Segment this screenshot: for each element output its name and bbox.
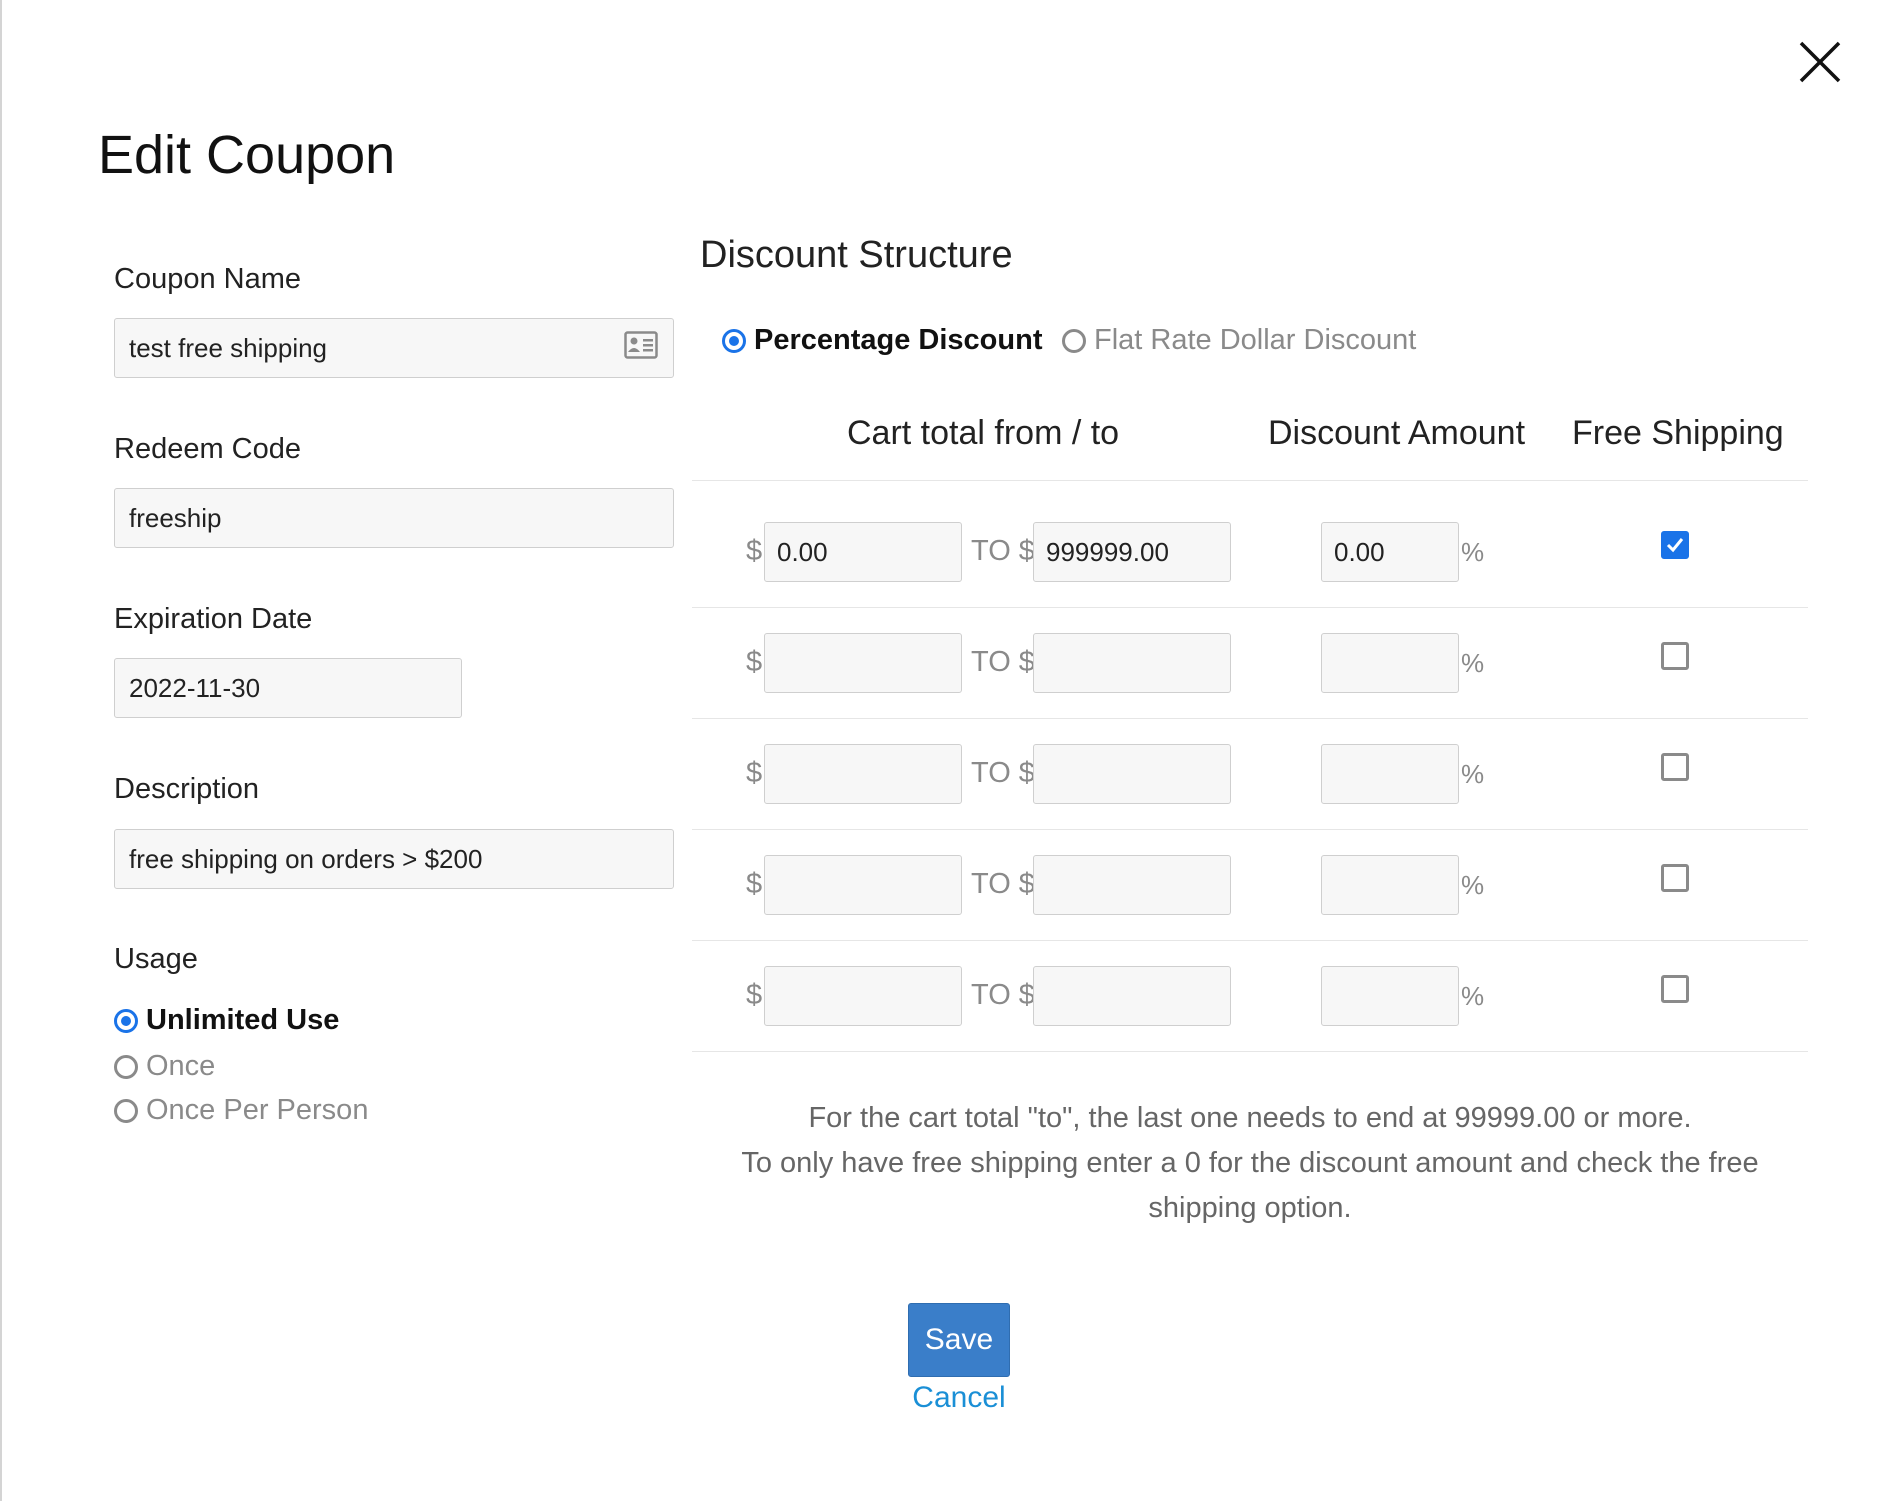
coupon-name-input[interactable]	[114, 318, 674, 378]
usage-option-once-per-person[interactable]: Once Per Person	[114, 1094, 368, 1127]
cart-total-to-input[interactable]	[1033, 633, 1231, 693]
save-button[interactable]: Save	[908, 1303, 1010, 1377]
table-divider	[692, 480, 1808, 481]
cancel-link[interactable]: Cancel	[908, 1381, 1010, 1415]
currency-symbol: $	[746, 757, 763, 789]
currency-symbol: $	[746, 979, 763, 1011]
page-title: Edit Coupon	[98, 125, 396, 185]
radio-selected-icon[interactable]	[722, 328, 746, 353]
percent-symbol: %	[1461, 981, 1485, 1011]
percent-symbol: %	[1461, 759, 1485, 789]
to-label: TO $	[971, 979, 1035, 1011]
percent-symbol: %	[1461, 537, 1485, 567]
usage-option-label: Once	[146, 1050, 216, 1082]
free-shipping-checkbox[interactable]	[1661, 753, 1689, 781]
radio-unselected-icon[interactable]	[1062, 328, 1086, 353]
currency-symbol: $	[746, 535, 763, 567]
table-divider	[692, 1051, 1808, 1052]
cart-total-to-input[interactable]	[1033, 855, 1231, 915]
table-divider	[692, 940, 1808, 941]
percent-symbol: %	[1461, 870, 1485, 900]
help-note-line: To only have free shipping enter a 0 for…	[741, 1147, 1759, 1224]
to-label: TO $	[971, 646, 1035, 678]
discount-type-label: Flat Rate Dollar Discount	[1094, 324, 1417, 356]
discount-amount-input[interactable]	[1321, 744, 1459, 804]
close-icon[interactable]	[1798, 40, 1842, 84]
discount-amount-input[interactable]	[1321, 966, 1459, 1026]
table-divider	[692, 607, 1808, 608]
to-label: TO $	[971, 757, 1035, 789]
column-header-free-shipping: Free Shipping	[1572, 414, 1784, 452]
discount-amount-input[interactable]	[1321, 633, 1459, 693]
cart-total-from-input[interactable]	[764, 855, 962, 915]
currency-symbol: $	[746, 868, 763, 900]
discount-type-percentage[interactable]: Percentage Discount	[722, 324, 1042, 357]
expiration-date-input[interactable]	[114, 658, 462, 718]
help-note: For the cart total "to", the last one ne…	[720, 1096, 1780, 1231]
discount-structure-title: Discount Structure	[700, 234, 1013, 276]
cart-total-from-input[interactable]	[764, 633, 962, 693]
percent-symbol: %	[1461, 648, 1485, 678]
dialog-left-border	[0, 0, 2, 1501]
table-divider	[692, 718, 1808, 719]
contact-card-icon[interactable]	[624, 331, 658, 359]
discount-amount-input[interactable]	[1321, 522, 1459, 582]
radio-unselected-icon[interactable]	[114, 1054, 138, 1079]
expiration-date-label: Expiration Date	[114, 603, 313, 635]
column-header-cart-total: Cart total from / to	[847, 414, 1120, 452]
to-label: TO $	[971, 535, 1035, 567]
cart-total-from-input[interactable]	[764, 522, 962, 582]
coupon-name-label: Coupon Name	[114, 263, 301, 295]
usage-option-label: Once Per Person	[146, 1094, 369, 1126]
cart-total-from-input[interactable]	[764, 744, 962, 804]
discount-type-label: Percentage Discount	[754, 324, 1043, 356]
checkmark-icon	[1666, 538, 1684, 553]
radio-unselected-icon[interactable]	[114, 1098, 138, 1123]
discount-type-flat-rate[interactable]: Flat Rate Dollar Discount	[1062, 324, 1416, 357]
free-shipping-checkbox[interactable]	[1661, 975, 1689, 1003]
description-input[interactable]	[114, 829, 674, 889]
table-divider	[692, 829, 1808, 830]
radio-selected-icon[interactable]	[114, 1008, 138, 1033]
free-shipping-checkbox[interactable]	[1661, 864, 1689, 892]
redeem-code-label: Redeem Code	[114, 433, 301, 465]
to-label: TO $	[971, 868, 1035, 900]
usage-option-label: Unlimited Use	[146, 1004, 340, 1036]
usage-label: Usage	[114, 943, 198, 975]
description-label: Description	[114, 773, 260, 805]
cart-total-from-input[interactable]	[764, 966, 962, 1026]
help-note-line: For the cart total "to", the last one ne…	[808, 1102, 1692, 1134]
free-shipping-checkbox[interactable]	[1661, 642, 1689, 670]
currency-symbol: $	[746, 646, 763, 678]
cart-total-to-input[interactable]	[1033, 522, 1231, 582]
discount-amount-input[interactable]	[1321, 855, 1459, 915]
usage-option-unlimited[interactable]: Unlimited Use	[114, 1004, 339, 1037]
cart-total-to-input[interactable]	[1033, 966, 1231, 1026]
redeem-code-input[interactable]	[114, 488, 674, 548]
cart-total-to-input[interactable]	[1033, 744, 1231, 804]
free-shipping-checkbox[interactable]	[1661, 531, 1689, 559]
usage-option-once[interactable]: Once	[114, 1050, 215, 1083]
column-header-discount-amount: Discount Amount	[1268, 414, 1526, 452]
